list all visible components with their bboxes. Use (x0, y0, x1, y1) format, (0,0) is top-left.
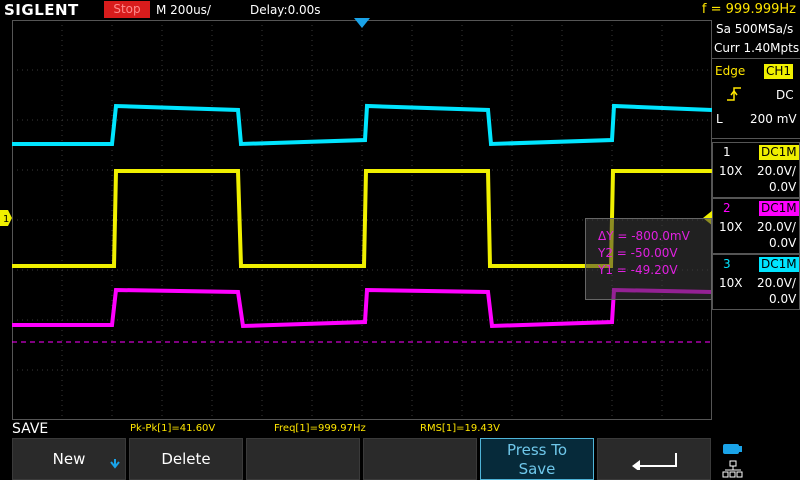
ch3-coupling-badge: DC1M (759, 257, 799, 272)
trigger-type[interactable]: Edge (715, 64, 745, 78)
new-softkey[interactable]: New (12, 438, 126, 480)
sample-rate: Sa 500MSa/s (716, 22, 794, 36)
ch1-coupling-badge: DC1M (759, 145, 799, 160)
ch3-info-box[interactable]: 3 DC1M 10X 20.0V/ 0.0V (712, 254, 800, 310)
ch3-scale: 20.0V/ (757, 276, 796, 290)
run-stop-status[interactable]: Stop (104, 1, 150, 18)
memory-depth: Curr 1.40Mpts (714, 41, 800, 55)
ch1-offset: 0.0V (769, 180, 797, 194)
softkey-4[interactable] (363, 438, 477, 480)
frequency-counter: f = 999.999Hz (701, 2, 796, 17)
press-to-save-softkey[interactable]: Press To Save (480, 438, 594, 480)
right-info-panel: Sa 500MSa/s Curr 1.40Mpts Edge CH1 DC L … (712, 20, 800, 420)
trigger-level-prefix: L (716, 112, 723, 126)
cursor-measurement-box: ΔY = -800.0mV Y2 = -50.00V Y1 = -49.20V (585, 218, 712, 300)
brand-logo: SIGLENT (4, 1, 79, 19)
ch2-scale: 20.0V/ (757, 220, 796, 234)
delete-softkey[interactable]: Delete (129, 438, 243, 480)
trigger-coupling[interactable]: DC (776, 88, 794, 102)
new-label: New (52, 450, 86, 468)
trigger-level[interactable]: 200 mV (750, 112, 797, 126)
ch2-info-box[interactable]: 2 DC1M 10X 20.0V/ 0.0V (712, 198, 800, 254)
ch1-probe: 10X (719, 164, 743, 178)
ch3-probe: 10X (719, 276, 743, 290)
y1-readout: Y1 = -49.20V (598, 263, 678, 277)
return-arrow-icon (632, 453, 677, 470)
delay-readout[interactable]: Delay:0.00s (250, 0, 321, 20)
menu-title: SAVE (12, 421, 49, 437)
ch1-scale: 20.0V/ (757, 164, 796, 178)
ch2-probe: 10X (719, 220, 743, 234)
pkpk-measurement: Pk-Pk[1]=41.60V (130, 423, 216, 434)
ch1-info-box[interactable]: 1 DC1M 10X 20.0V/ 0.0V (712, 142, 800, 198)
ch1-offset-marker[interactable]: 1 (0, 208, 12, 228)
network-icon (722, 460, 743, 478)
ch1-number: 1 (723, 145, 731, 159)
svg-text:1: 1 (3, 214, 9, 225)
ch2-offset: 0.0V (769, 236, 797, 250)
save-label: Save (518, 460, 556, 478)
softkey-3[interactable] (246, 438, 360, 480)
rms-measurement: RMS[1]=19.43V (420, 423, 500, 434)
delta-y-readout: ΔY = -800.0mV (598, 229, 690, 243)
freq-measurement: Freq[1]=999.97Hz (274, 423, 366, 434)
y2-readout: Y2 = -50.00V (598, 246, 678, 260)
chevron-down-icon (110, 459, 120, 469)
press-to-label: Press To (506, 441, 568, 459)
ch3-number: 3 (723, 257, 731, 271)
ch2-number: 2 (723, 201, 731, 215)
ch3-offset: 0.0V (769, 292, 797, 306)
ch2-coupling-badge: DC1M (759, 201, 799, 216)
rising-edge-icon (727, 87, 741, 101)
delete-label: Delete (161, 450, 211, 468)
trigger-source-badge[interactable]: CH1 (764, 64, 794, 79)
back-softkey[interactable] (597, 438, 711, 480)
usb-icon (723, 444, 742, 454)
timebase-readout[interactable]: M 200us/ (156, 0, 211, 20)
trigger-position-marker[interactable] (354, 18, 370, 28)
